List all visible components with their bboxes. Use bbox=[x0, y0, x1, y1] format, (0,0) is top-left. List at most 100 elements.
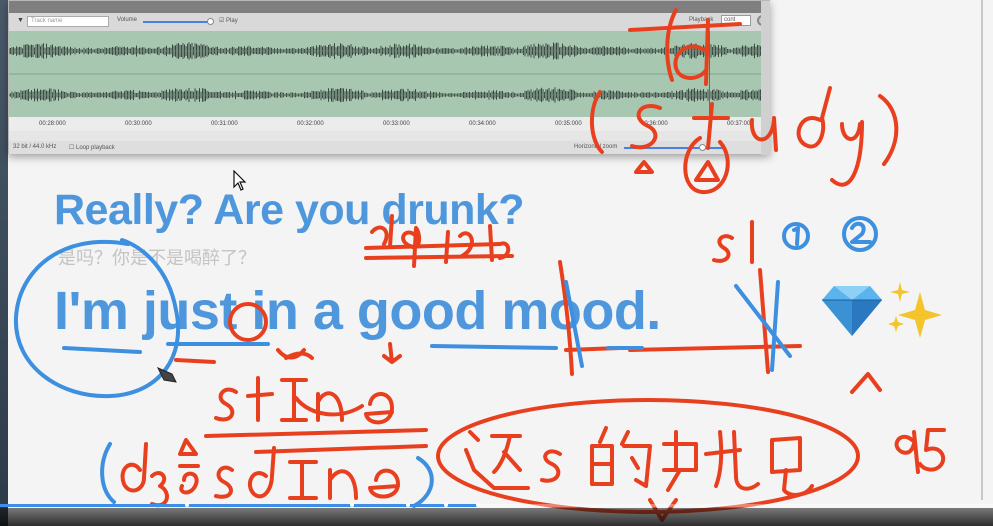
vertical-scrollbar[interactable] bbox=[761, 1, 770, 155]
ink-stroke bbox=[564, 346, 622, 352]
chinese-translation: 是吗？你是不是喝醉了？ bbox=[58, 248, 256, 268]
volume-slider-knob[interactable] bbox=[207, 18, 214, 25]
zoom-label: Horizontal zoom bbox=[574, 144, 618, 150]
ink-stroke bbox=[316, 391, 344, 422]
ink-stroke bbox=[178, 438, 198, 456]
ink-stroke bbox=[368, 468, 400, 499]
ink-stroke bbox=[842, 216, 878, 252]
ink-stroke bbox=[174, 358, 216, 364]
window-titlebar bbox=[9, 1, 769, 13]
ink-stroke bbox=[850, 372, 882, 394]
ink-stroke bbox=[179, 471, 199, 495]
ink-stroke bbox=[364, 242, 502, 250]
zoom-slider[interactable] bbox=[624, 147, 724, 149]
volume-label: Volume bbox=[117, 17, 138, 23]
play-label: Play bbox=[226, 18, 238, 24]
ink-stroke bbox=[254, 444, 428, 454]
chapter-marker[interactable] bbox=[476, 503, 480, 507]
ink-stroke bbox=[247, 446, 276, 499]
chapter-marker[interactable] bbox=[350, 503, 354, 507]
ink-stroke bbox=[150, 471, 169, 508]
ink-stroke bbox=[850, 221, 872, 244]
track-toolbar: ▼ Track name Volume ☑ Play Playback cont bbox=[9, 13, 769, 31]
ink-stroke bbox=[878, 94, 899, 166]
ink-stroke bbox=[246, 376, 274, 422]
ink-stroke bbox=[382, 342, 402, 364]
playhead[interactable] bbox=[709, 31, 710, 127]
ink-stroke bbox=[894, 430, 920, 474]
waveform-graphic bbox=[9, 42, 761, 103]
ink-stroke bbox=[120, 442, 148, 493]
ink-stroke bbox=[100, 442, 116, 504]
ink-stroke bbox=[796, 86, 832, 149]
sparkle-icon bbox=[888, 282, 942, 338]
chapter-marker[interactable] bbox=[406, 503, 410, 507]
volume-slider[interactable] bbox=[143, 21, 213, 23]
ink-stroke bbox=[694, 160, 720, 182]
answer-sentence: I'm just in a good mood. bbox=[54, 281, 661, 341]
ink-stroke bbox=[712, 234, 734, 263]
ink-stroke bbox=[464, 430, 530, 490]
ink-stroke bbox=[620, 430, 652, 488]
ink-stroke bbox=[280, 378, 308, 422]
playback-select[interactable]: cont bbox=[721, 15, 751, 26]
loop-playback-checkbox[interactable]: ☐ Loop playback bbox=[69, 144, 115, 151]
ink-stroke bbox=[590, 426, 614, 486]
time-tick-label: 00:32:000 bbox=[297, 121, 324, 127]
ink-stroke bbox=[770, 436, 814, 497]
pen-icon bbox=[156, 367, 177, 383]
time-ruler: 00:28:000 00:30:000 00:31:000 00:32:000 00:3… bbox=[9, 117, 761, 131]
ink-stroke bbox=[540, 449, 562, 483]
audio-format-label: 32 bit / 44.0 kHz bbox=[13, 144, 57, 150]
audio-editor-window: ▼ Track name Volume ☑ Play Playback cont… bbox=[8, 0, 770, 155]
ink-stroke bbox=[782, 222, 810, 250]
question-sentence: Really? Are you drunk? bbox=[54, 186, 525, 234]
time-tick-label: 00:28:000 bbox=[39, 121, 66, 127]
ink-stroke bbox=[62, 346, 142, 354]
ink-stroke bbox=[634, 160, 654, 174]
video-frame-edge bbox=[0, 0, 8, 526]
gem-icon bbox=[822, 286, 882, 336]
zoom-slider-knob[interactable] bbox=[699, 144, 706, 151]
ink-stroke bbox=[214, 465, 234, 499]
ink-stroke bbox=[436, 398, 860, 514]
ink-stroke bbox=[770, 280, 780, 372]
ink-stroke bbox=[364, 392, 394, 425]
play-checkbox[interactable]: ☑ Play bbox=[219, 17, 238, 24]
chapter-marker[interactable] bbox=[185, 503, 189, 507]
time-tick-label: 00:30:000 bbox=[125, 121, 152, 127]
ink-stroke bbox=[214, 387, 238, 422]
ink-stroke bbox=[704, 430, 760, 491]
time-tick-label: 00:35:000 bbox=[555, 121, 582, 127]
ink-stroke bbox=[792, 226, 800, 246]
ink-stroke bbox=[288, 460, 318, 500]
ink-stroke bbox=[430, 344, 558, 350]
ink-stroke bbox=[276, 348, 306, 360]
ink-stroke bbox=[830, 120, 864, 187]
ink-stroke bbox=[490, 434, 522, 474]
track-name-input[interactable]: Track name bbox=[27, 16, 109, 27]
ink-stroke bbox=[412, 456, 434, 508]
ink-stroke bbox=[918, 428, 946, 472]
chapter-marker[interactable] bbox=[444, 503, 448, 507]
ink-stroke bbox=[204, 428, 428, 438]
video-controls-bar[interactable] bbox=[0, 508, 993, 526]
disclosure-triangle-icon[interactable]: ▼ bbox=[17, 17, 24, 24]
cursor-icon bbox=[233, 170, 247, 191]
time-tick-label: 00:34:000 bbox=[469, 121, 496, 127]
editor-status-bar: 32 bit / 44.0 kHz ☐ Loop playback Horizo… bbox=[9, 141, 761, 154]
playback-label: Playback bbox=[689, 17, 714, 23]
time-tick-label: 00:33:000 bbox=[383, 121, 410, 127]
ink-stroke bbox=[662, 430, 698, 492]
slide-border bbox=[981, 0, 983, 500]
ink-stroke bbox=[284, 351, 314, 360]
ink-stroke bbox=[758, 268, 770, 374]
time-tick-label: 00:37:000 bbox=[727, 121, 754, 127]
waveform-view[interactable] bbox=[9, 31, 761, 117]
time-tick-label: 00:31:000 bbox=[211, 121, 238, 127]
ink-stroke bbox=[444, 230, 474, 264]
time-tick-label: 00:36:000 bbox=[641, 121, 668, 127]
loop-label: Loop playback bbox=[76, 145, 115, 151]
ink-stroke bbox=[628, 344, 802, 352]
ink-stroke bbox=[734, 284, 792, 358]
